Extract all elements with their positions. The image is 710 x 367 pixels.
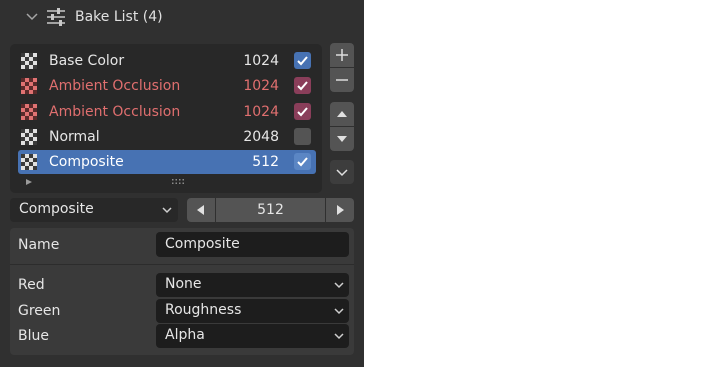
bake-type-select[interactable]: Composite (10, 198, 178, 222)
checkmark-icon (297, 81, 308, 91)
minus-icon (336, 79, 348, 81)
list-item-selected[interactable]: Composite 512 (18, 150, 316, 174)
name-field-value: Composite (165, 236, 240, 252)
bake-item-name: Composite (49, 154, 124, 170)
list-item[interactable]: Ambient Occlusion 1024 (18, 74, 316, 98)
bake-item-resolution: 1024 (243, 104, 279, 120)
bake-item-name: Base Color (49, 53, 125, 69)
bake-list-panel: Bake List (4) Base Color 1024 Ambient Oc… (0, 0, 364, 367)
chevron-down-icon (162, 207, 172, 214)
triangle-left-icon (197, 205, 204, 215)
texture-checker-icon (21, 104, 37, 120)
triangle-right-icon[interactable] (25, 178, 33, 186)
name-field[interactable]: Composite (156, 232, 349, 257)
checkmark-icon (297, 56, 308, 66)
triangle-down-icon (337, 136, 347, 142)
blue-channel-label: Blue (18, 328, 49, 344)
add-item-button[interactable] (330, 43, 354, 67)
sliders-icon (47, 8, 65, 26)
green-channel-label: Green (18, 303, 61, 319)
bake-item-name: Ambient Occlusion (49, 104, 181, 120)
texture-checker-icon (21, 154, 37, 170)
triangle-up-icon (337, 111, 347, 117)
bake-type-value: Composite (19, 201, 94, 217)
red-channel-select[interactable]: None (156, 273, 349, 297)
bake-item-resolution: 1024 (243, 78, 279, 94)
plus-icon (336, 49, 348, 61)
chevron-down-icon[interactable] (25, 11, 39, 23)
blue-channel-value: Alpha (165, 327, 205, 343)
divider (10, 264, 354, 265)
bake-item-name: Ambient Occlusion (49, 78, 181, 94)
chevron-down-icon (334, 282, 344, 289)
chevron-down-icon (334, 333, 344, 340)
name-label: Name (18, 237, 60, 253)
red-channel-value: None (165, 276, 202, 292)
list-item[interactable]: Ambient Occlusion 1024 (18, 100, 316, 124)
enable-checkbox[interactable] (294, 153, 311, 170)
green-channel-value: Roughness (165, 302, 242, 318)
bake-item-resolution: 512 (252, 154, 279, 170)
texture-checker-icon (21, 129, 37, 145)
chevron-down-icon (336, 169, 348, 177)
texture-checker-icon (21, 53, 37, 69)
green-channel-select[interactable]: Roughness (156, 299, 349, 323)
resolution-stepper[interactable]: 512 (187, 198, 354, 222)
move-down-button[interactable] (330, 127, 354, 151)
enable-checkbox[interactable] (294, 77, 311, 94)
enable-checkbox[interactable] (294, 52, 311, 69)
panel-title: Bake List (4) (75, 9, 163, 25)
grip-dots-icon[interactable] (171, 178, 185, 186)
increment-button[interactable] (326, 198, 354, 222)
bake-item-resolution: 1024 (243, 53, 279, 69)
checkmark-icon (297, 157, 308, 167)
bake-item-resolution: 2048 (243, 129, 279, 145)
move-up-button[interactable] (330, 102, 354, 126)
checkmark-icon (297, 107, 308, 117)
resolution-value[interactable]: 512 (216, 198, 325, 222)
bake-item-name: Normal (49, 129, 100, 145)
chevron-down-icon (334, 308, 344, 315)
enable-checkbox[interactable] (294, 103, 311, 120)
blue-channel-select[interactable]: Alpha (156, 324, 349, 348)
list-item[interactable]: Normal 2048 (18, 125, 316, 149)
list-item[interactable]: Base Color 1024 (18, 49, 316, 73)
decrement-button[interactable] (187, 198, 215, 222)
remove-item-button[interactable] (330, 68, 354, 92)
red-channel-label: Red (18, 277, 45, 293)
specials-menu-button[interactable] (330, 160, 354, 184)
triangle-right-icon (337, 205, 344, 215)
texture-checker-icon (21, 78, 37, 94)
enable-checkbox[interactable] (294, 128, 311, 145)
